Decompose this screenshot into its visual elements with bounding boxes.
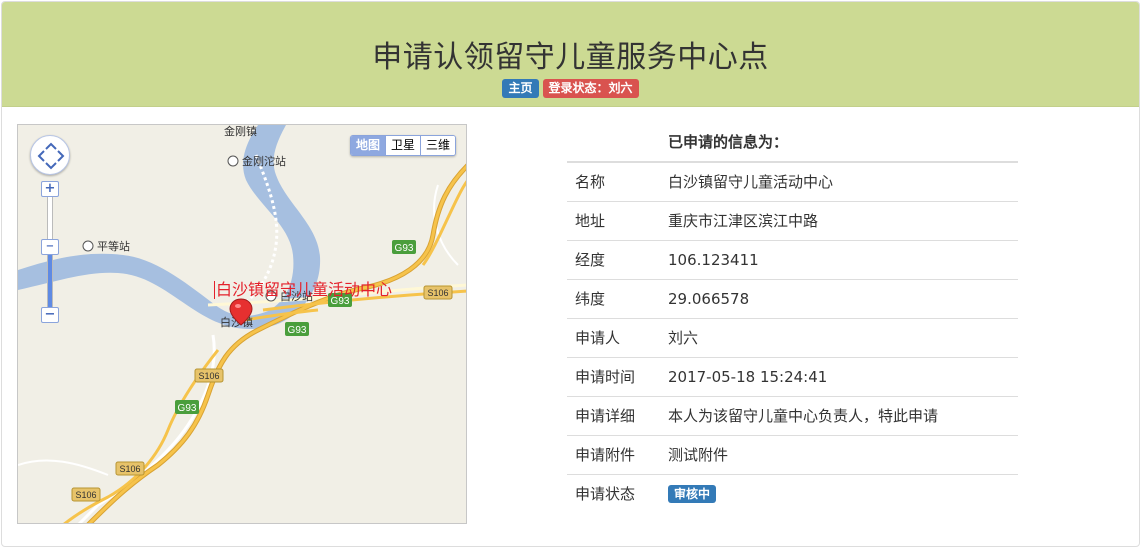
minor-road <box>18 459 109 476</box>
row-value: 白沙镇留守儿童活动中心 <box>660 161 1018 201</box>
svg-text:G93: G93 <box>178 403 197 414</box>
info-heading: 已申请的信息为： <box>660 120 1018 163</box>
page-frame: 申请认领留守儿童服务中心点 主页 登录状态：刘六 G93 G93 G93 G93… <box>1 1 1140 547</box>
zoom-in-button[interactable]: + <box>41 181 59 197</box>
place-label: 金刚沱站 <box>242 154 286 168</box>
table-row: 经度 106.123411 <box>567 239 1018 279</box>
pan-arrows-icon <box>37 142 65 170</box>
row-key: 申请时间 <box>567 356 660 396</box>
shield-g93: G93 <box>392 240 416 254</box>
map-type-switcher: 地图 卫星 三维 <box>349 135 456 156</box>
station-icon <box>82 240 94 252</box>
shield-s106: S106 <box>423 285 453 300</box>
status-badge: 审核中 <box>668 485 717 504</box>
shield-s106: S106 <box>71 487 101 502</box>
row-key: 纬度 <box>567 278 660 318</box>
place-label: 金刚镇 <box>224 125 257 138</box>
login-status-badge[interactable]: 登录状态：刘六 <box>542 79 639 98</box>
row-value: 审核中 <box>660 473 1018 513</box>
row-key: 名称 <box>567 161 660 201</box>
table-row: 申请附件 测试附件 <box>567 434 1018 474</box>
map-canvas[interactable]: G93 G93 G93 G93 S106 S106 S106 S106 金刚镇 … <box>18 125 467 524</box>
map-view[interactable]: G93 G93 G93 G93 S106 S106 S106 S106 金刚镇 … <box>17 124 467 524</box>
row-key: 申请状态 <box>567 473 660 513</box>
row-value: 106.123411 <box>660 239 1018 279</box>
row-key: 申请详细 <box>567 395 660 435</box>
shield-g93: G93 <box>285 322 309 336</box>
row-value: 测试附件 <box>660 434 1018 474</box>
map-type-3d[interactable]: 三维 <box>419 136 455 155</box>
station-icon <box>227 155 239 167</box>
row-key: 申请附件 <box>567 434 660 474</box>
map-type-map[interactable]: 地图 <box>350 136 385 155</box>
shield-s106: S106 <box>194 368 224 383</box>
place-label: 平等站 <box>97 239 130 253</box>
row-value: 本人为该留守儿童中心负责人，特此申请 <box>660 395 1018 435</box>
info-panel: 已申请的信息为： 名称 白沙镇留守儿童活动中心 地址 重庆市江津区滨江中路 经度 10… <box>567 120 1018 513</box>
table-row: 申请详细 本人为该留守儿童中心负责人，特此申请 <box>567 395 1018 435</box>
svg-text:G93: G93 <box>395 243 414 254</box>
shield-s106: S106 <box>115 461 145 476</box>
svg-text:S106: S106 <box>198 371 219 381</box>
svg-text:S106: S106 <box>119 464 140 474</box>
row-value: 2017-05-18 15:24:41 <box>660 356 1018 396</box>
row-key: 地址 <box>567 200 660 240</box>
zoom-handle[interactable]: − <box>41 239 59 255</box>
info-table: 已申请的信息为： 名称 白沙镇留守儿童活动中心 地址 重庆市江津区滨江中路 经度 10… <box>567 120 1018 513</box>
marker-label: 白沙镇留守儿童活动中心 <box>214 280 393 299</box>
info-header-row: 已申请的信息为： <box>567 120 1018 163</box>
svg-text:G93: G93 <box>288 325 307 336</box>
table-row: 名称 白沙镇留守儿童活动中心 <box>567 161 1018 201</box>
table-row: 地址 重庆市江津区滨江中路 <box>567 200 1018 240</box>
shield-g93: G93 <box>175 400 199 414</box>
map-type-satellite[interactable]: 卫星 <box>384 136 420 155</box>
info-header-spacer <box>567 120 660 163</box>
home-button[interactable]: 主页 <box>502 79 539 98</box>
page-header: 申请认领留守儿童服务中心点 主页 登录状态：刘六 <box>2 2 1139 107</box>
row-value: 重庆市江津区滨江中路 <box>660 200 1018 240</box>
page-title: 申请认领留守儿童服务中心点 <box>372 40 769 75</box>
row-value: 刘六 <box>660 317 1018 357</box>
zoom-out-button[interactable]: − <box>41 307 59 323</box>
svg-text:S106: S106 <box>427 288 448 298</box>
header-badges: 主页 登录状态：刘六 <box>2 79 1139 98</box>
table-row: 纬度 29.066578 <box>567 278 1018 318</box>
row-key: 申请人 <box>567 317 660 357</box>
row-value: 29.066578 <box>660 278 1018 318</box>
pan-control[interactable] <box>30 135 70 175</box>
table-row: 申请状态 审核中 <box>567 473 1018 513</box>
row-key: 经度 <box>567 239 660 279</box>
table-row: 申请时间 2017-05-18 15:24:41 <box>567 356 1018 396</box>
table-row: 申请人 刘六 <box>567 317 1018 357</box>
zoom-level-fill <box>48 247 52 312</box>
svg-text:S106: S106 <box>75 490 96 500</box>
